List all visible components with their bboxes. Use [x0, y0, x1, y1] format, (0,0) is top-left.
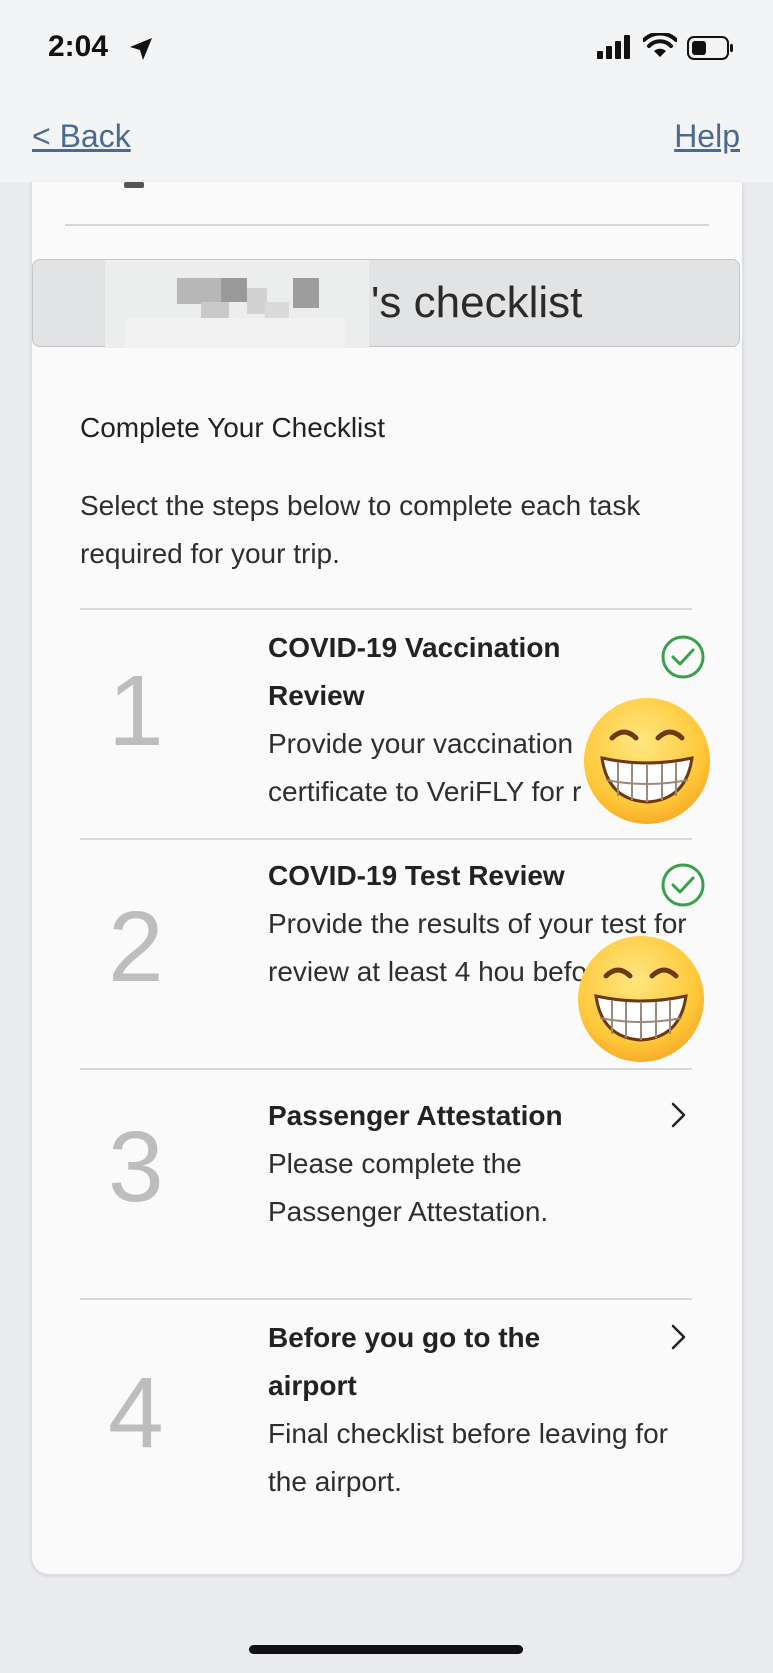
grinning-emoji-icon — [584, 698, 710, 824]
wifi-icon — [643, 33, 677, 57]
redacted-name-image — [105, 260, 369, 348]
status-bar: 2:04 — [0, 0, 773, 100]
checklist-header: 's checklist — [32, 259, 740, 348]
battery-icon — [687, 36, 733, 60]
step-title: Before you go to the airport — [268, 1322, 541, 1401]
grinning-emoji-icon — [578, 936, 704, 1062]
back-button[interactable]: < Back — [32, 118, 131, 155]
step-number: 3 — [108, 1111, 164, 1223]
scrolled-text-fragment — [92, 182, 292, 190]
help-link[interactable]: Help — [674, 118, 740, 155]
instructions-text: Select the steps below to complete each … — [80, 490, 641, 569]
chevron-right-icon — [671, 1102, 686, 1128]
step-3-row[interactable]: 3 Passenger Attestation Please complete … — [80, 1070, 692, 1280]
step-number: 2 — [108, 891, 164, 1003]
status-time: 2:04 — [48, 30, 109, 63]
chevron-right-icon — [671, 1324, 686, 1350]
location-arrow-icon — [130, 38, 152, 60]
step-description: Final checklist before leaving for the a… — [268, 1418, 668, 1497]
checklist-card: 's checklist Complete Your Checklist Sel… — [31, 182, 743, 1575]
step-number: 1 — [108, 655, 164, 767]
check-circle-icon — [661, 635, 705, 679]
divider — [65, 224, 709, 226]
checklist-title: 's checklist — [371, 278, 583, 327]
step-number: 4 — [108, 1357, 164, 1469]
step-title: COVID-19 Test Review — [268, 860, 565, 891]
section-title: Complete Your Checklist — [80, 412, 386, 443]
step-4-row[interactable]: 4 Before you go to the airport Final che… — [80, 1300, 692, 1540]
home-indicator[interactable] — [249, 1645, 523, 1654]
cellular-signal-icon — [597, 35, 630, 59]
step-description: Please complete the Passenger Attestatio… — [268, 1148, 549, 1227]
step-title: Passenger Attestation — [268, 1100, 563, 1131]
check-circle-icon — [661, 863, 705, 907]
